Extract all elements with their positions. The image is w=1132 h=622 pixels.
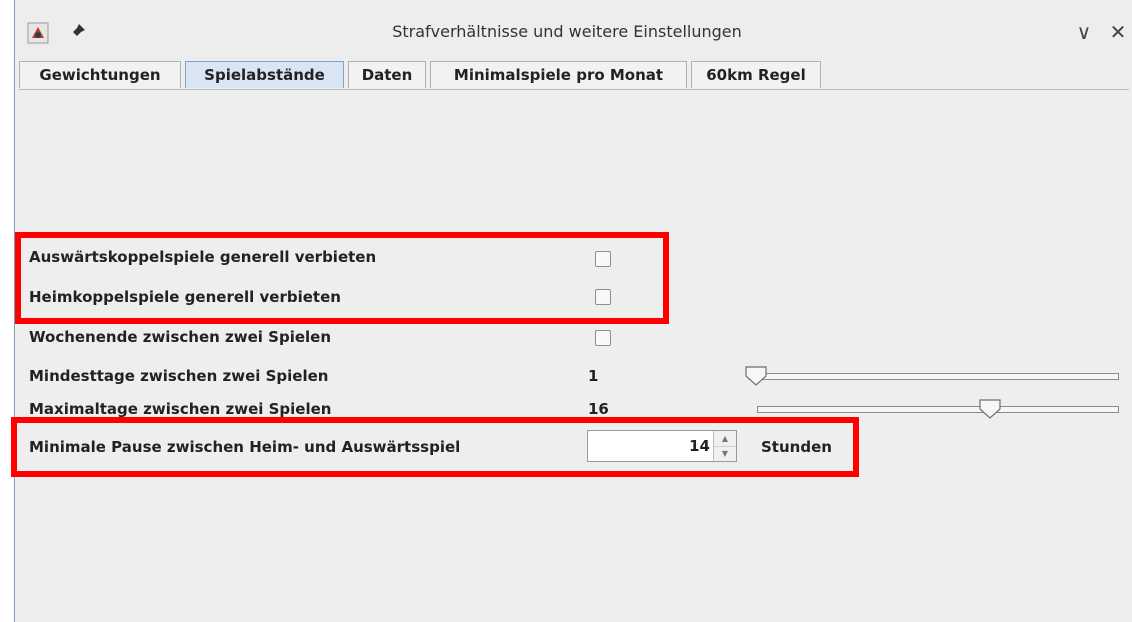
- tab-bar: Gewichtungen Spielabstände Daten Minimal…: [19, 61, 1129, 90]
- spin-up-icon[interactable]: ▲: [714, 431, 736, 447]
- min-days-slider-track[interactable]: [749, 373, 1119, 380]
- away-double-label: Auswärtskoppelspiele generell verbieten: [29, 248, 377, 266]
- weekend-label: Wochenende zwischen zwei Spielen: [29, 328, 331, 346]
- highlight-box-koppelspiele: [15, 232, 669, 324]
- window-title: Strafverhältnisse und weitere Einstellun…: [392, 22, 742, 41]
- close-button[interactable]: ✕: [1106, 20, 1130, 44]
- max-days-label: Maximaltage zwischen zwei Spielen: [29, 400, 332, 418]
- weekend-checkbox[interactable]: [595, 330, 611, 346]
- home-double-label: Heimkoppelspiele generell verbieten: [29, 288, 341, 306]
- min-pause-value[interactable]: 14: [689, 437, 710, 455]
- title-bar: Strafverhältnisse und weitere Einstellun…: [15, 0, 1132, 61]
- min-days-value: 1: [588, 367, 599, 385]
- min-days-slider-thumb[interactable]: [745, 366, 767, 386]
- max-days-slider-thumb[interactable]: [979, 399, 1001, 419]
- max-days-value: 16: [588, 400, 609, 418]
- min-pause-label: Minimale Pause zwischen Heim- und Auswär…: [29, 438, 461, 456]
- settings-window: Strafverhältnisse und weitere Einstellun…: [11, 0, 1132, 622]
- home-double-checkbox[interactable]: [595, 289, 611, 305]
- tab-gewichtungen[interactable]: Gewichtungen: [19, 61, 181, 88]
- tab-spielabstaende[interactable]: Spielabstände: [185, 61, 344, 88]
- spin-down-icon[interactable]: ▼: [714, 446, 736, 461]
- min-days-label: Mindesttage zwischen zwei Spielen: [29, 367, 329, 385]
- tab-daten[interactable]: Daten: [348, 61, 426, 88]
- tab-60km-regel[interactable]: 60km Regel: [691, 61, 821, 88]
- min-pause-spinner[interactable]: 14 ▲ ▼: [587, 430, 737, 462]
- away-double-checkbox[interactable]: [595, 251, 611, 267]
- min-pause-unit: Stunden: [761, 438, 832, 456]
- tab-minimalspiele[interactable]: Minimalspiele pro Monat: [430, 61, 687, 88]
- spinner-buttons: ▲ ▼: [713, 431, 736, 461]
- minimize-button[interactable]: ∨: [1072, 20, 1096, 44]
- max-days-slider-track[interactable]: [757, 406, 1119, 413]
